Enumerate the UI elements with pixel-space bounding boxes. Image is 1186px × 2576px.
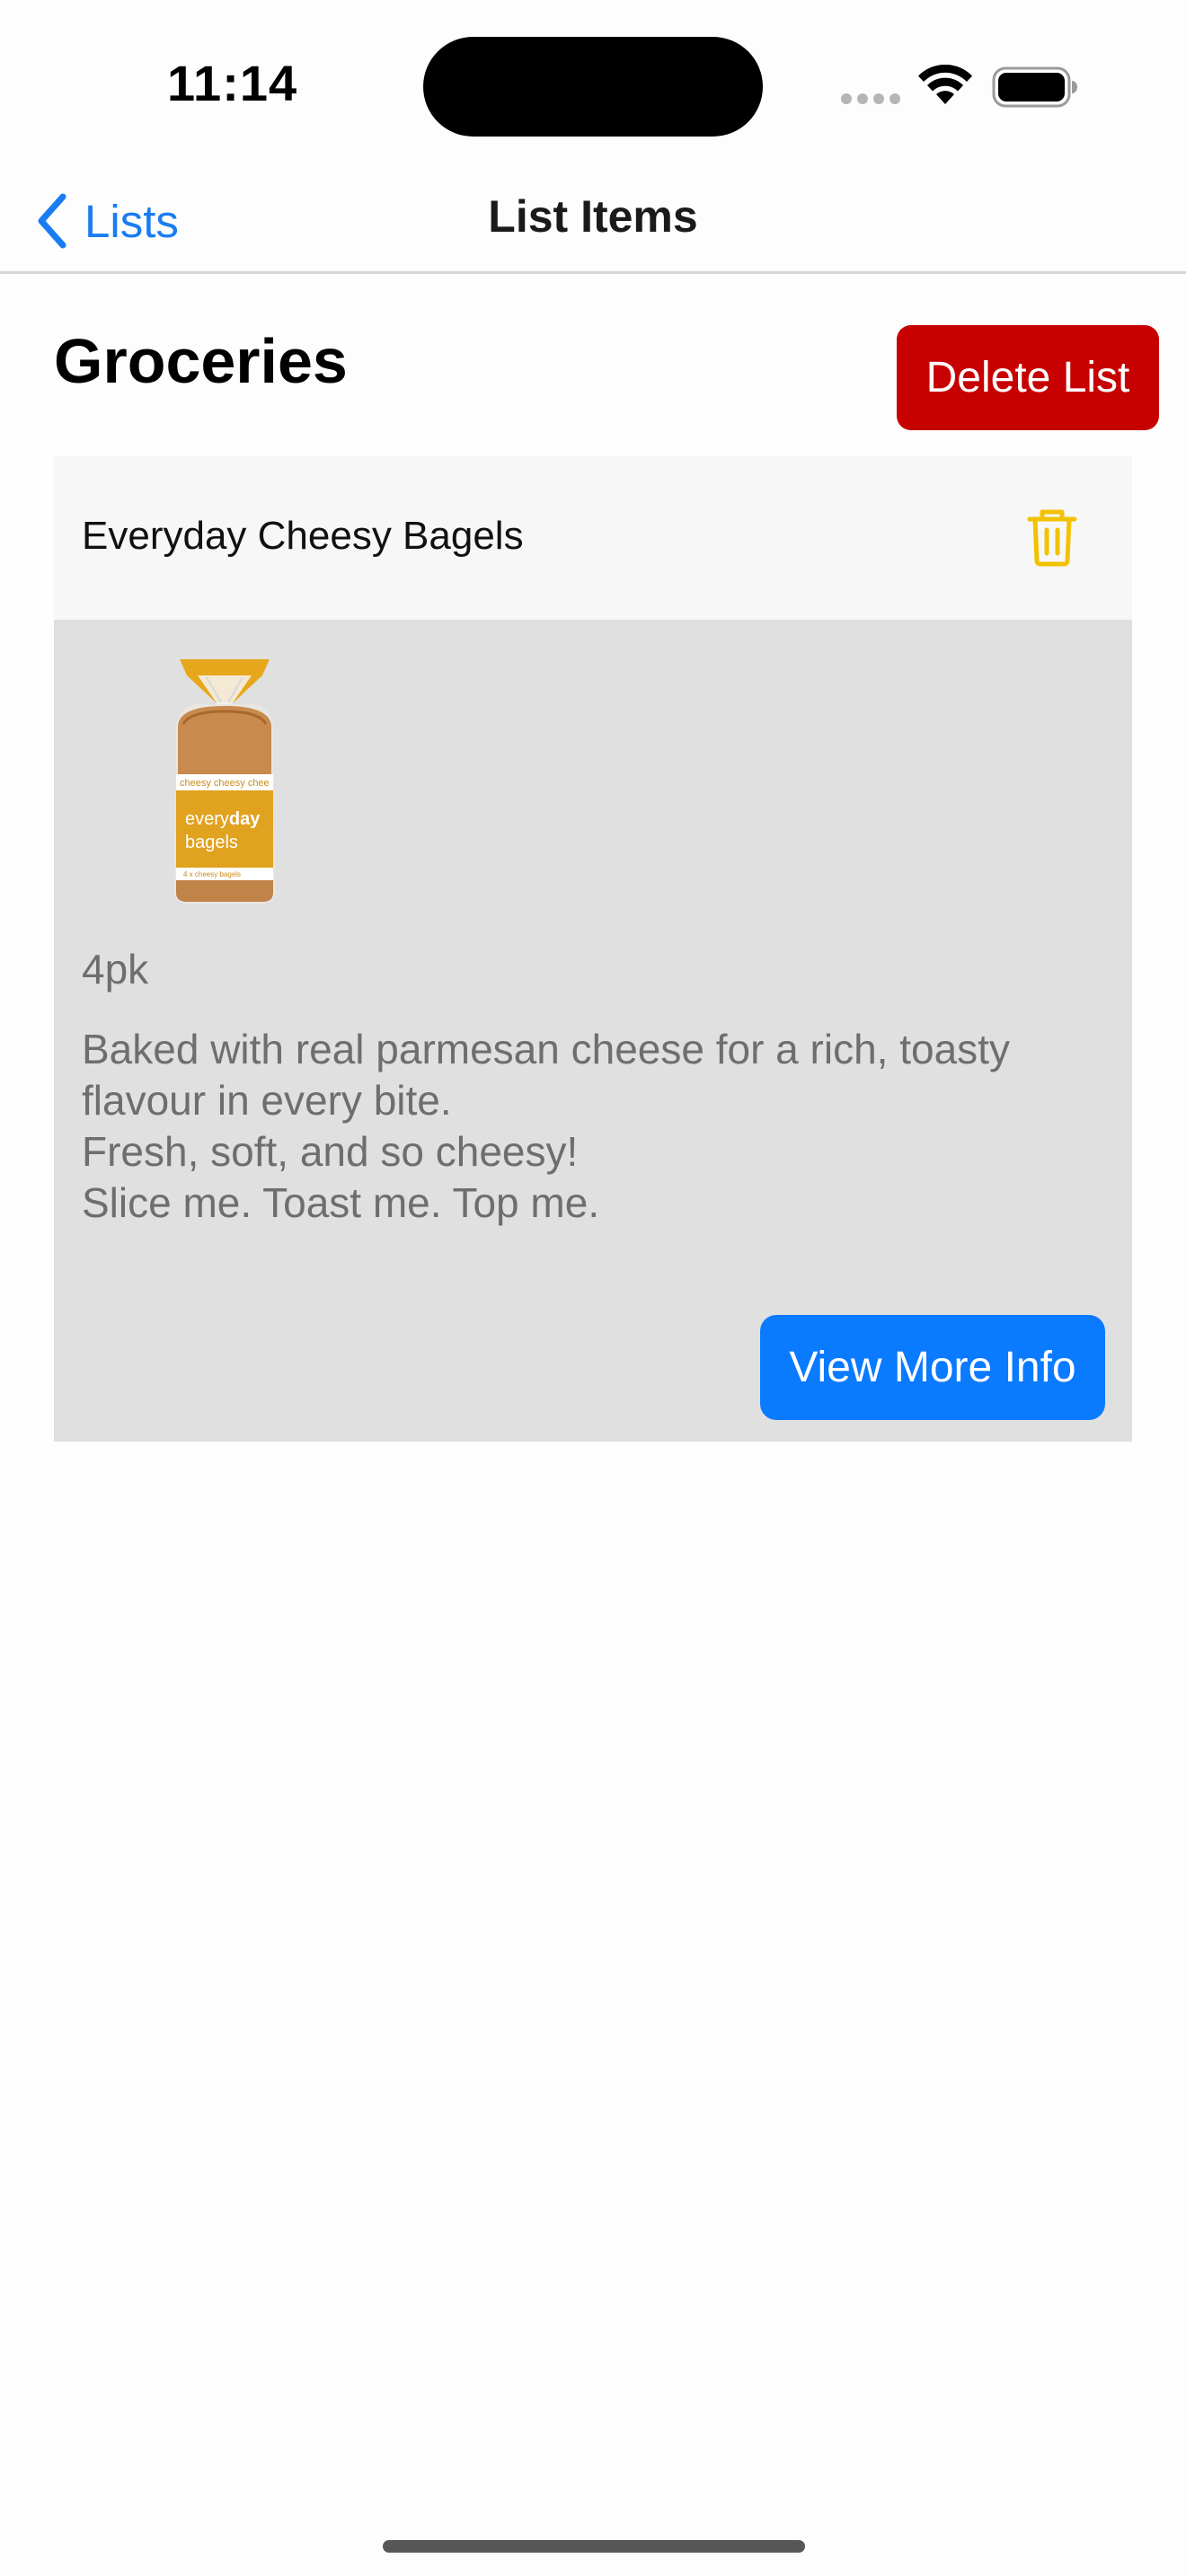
item-description: Baked with real parmesan cheese for a ri… (82, 1024, 1106, 1229)
wifi-icon (918, 65, 972, 104)
package-small-text: 4 x cheesy bagels (183, 870, 241, 878)
description-line: Fresh, soft, and so cheesy! (82, 1128, 579, 1175)
item-quantity: 4pk (82, 946, 149, 992)
bagels-package-image: cheesy cheesy chee everyday bagels 4 x c… (174, 659, 275, 904)
trash-icon[interactable] (1021, 507, 1084, 569)
package-brand-light: every (185, 809, 229, 829)
list-item-details: cheesy cheesy chee everyday bagels 4 x c… (54, 620, 1132, 1442)
battery-icon (992, 66, 1077, 108)
navigation-bar: Lists List Items (0, 171, 1186, 274)
description-line: Baked with real parmesan cheese for a ri… (82, 1026, 1010, 1072)
screen: 11:14 Lists List Items Groceries Delete … (0, 0, 1186, 2576)
home-indicator[interactable] (383, 2540, 805, 2553)
status-time: 11:14 (167, 55, 298, 111)
view-more-info-button[interactable]: View More Info (760, 1315, 1105, 1420)
dynamic-island (423, 37, 763, 137)
description-line: flavour in every bite. (82, 1077, 452, 1124)
list-item-card: Everyday Cheesy Bagels cheesy cheesy che… (54, 456, 1132, 1442)
package-brand-bold: day (229, 809, 261, 829)
description-line: Slice me. Toast me. Top me. (82, 1179, 600, 1226)
package-product-text: bagels (185, 833, 238, 852)
status-bar: 11:14 (0, 0, 1186, 171)
svg-text:everyday: everyday (185, 809, 261, 829)
delete-list-button[interactable]: Delete List (897, 325, 1159, 430)
list-title: Groceries (54, 326, 348, 396)
item-name: Everyday Cheesy Bagels (82, 514, 524, 558)
list-item-header[interactable]: Everyday Cheesy Bagels (54, 456, 1132, 620)
nav-title: List Items (488, 191, 698, 242)
cellular-signal-icon (841, 93, 902, 104)
package-band-text: cheesy cheesy chee (180, 778, 270, 789)
